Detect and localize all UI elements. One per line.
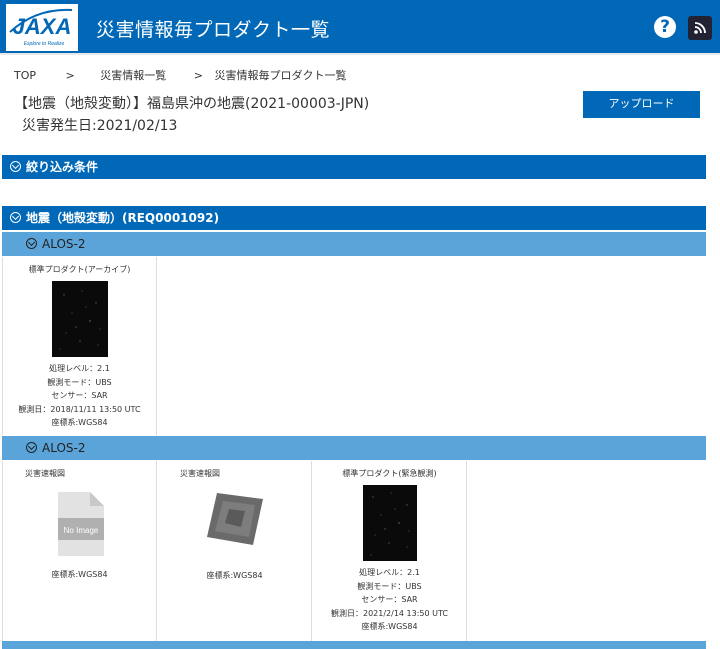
- filter-toggle[interactable]: 絞り込み条件: [2, 155, 706, 179]
- section-header-alos2-archive[interactable]: ALOS-2: [2, 232, 706, 256]
- upload-button[interactable]: アップロード: [583, 91, 700, 118]
- coordinate-system: 座標系:WGS84: [51, 418, 108, 427]
- chevron-down-icon: [10, 212, 21, 223]
- logo-text: JAXA: [13, 14, 72, 39]
- breadcrumb-separator: >: [65, 69, 75, 82]
- app-header: JAXA Explore to Realize 災害情報毎プロダクト一覧 ?: [0, 0, 720, 55]
- chevron-down-icon: [26, 442, 37, 453]
- section-label: ALOS-2: [42, 441, 86, 455]
- product-card[interactable]: 災害速報図 No Image 座標系:WGS84: [3, 461, 157, 641]
- breadcrumb-separator: >: [193, 69, 203, 82]
- product-card[interactable]: 標準プロダクト(緊急観測) 処理レベル：2.1 観測モード：UBS センサー：S…: [313, 461, 467, 641]
- breadcrumb: TOP > 災害情報一覧 > 災害情報毎プロダクト一覧: [14, 67, 346, 83]
- sar-thumbnail[interactable]: [51, 281, 108, 357]
- processing-level: 処理レベル：2.1: [359, 568, 420, 577]
- observation-mode: 観測モード：UBS: [47, 377, 112, 387]
- section-header-alos2-emergency[interactable]: ALOS-2: [2, 436, 706, 460]
- page-header-title: 災害情報毎プロダクト一覧: [96, 19, 331, 41]
- chevron-down-icon: [26, 238, 37, 249]
- product-card[interactable]: 災害速報図 座標系:WGS84: [158, 461, 312, 641]
- sar-thumbnail[interactable]: [362, 485, 417, 561]
- group-label: 地震（地殻変動）(REQ0001092): [26, 211, 220, 225]
- card-title: 標準プロダクト(緊急観測): [342, 469, 437, 478]
- map-thumbnail[interactable]: [205, 491, 265, 547]
- observation-mode: 観測モード：UBS: [357, 581, 422, 591]
- observation-date: 観測日：2018/11/11 13:50 UTC: [18, 404, 141, 414]
- card-title: 標準プロダクト(アーカイブ): [28, 265, 131, 274]
- coordinate-system: 座標系:WGS84: [361, 622, 418, 631]
- help-icon[interactable]: ?: [654, 16, 676, 38]
- breadcrumb-current: 災害情報毎プロダクト一覧: [214, 69, 347, 82]
- observation-date: 観測日：2021/2/14 13:50 UTC: [330, 608, 449, 618]
- sensor: センサー：SAR: [361, 595, 418, 604]
- no-image-label: No Image: [63, 526, 98, 535]
- product-grid: 標準プロダクト(アーカイブ) 処理レベル：2.1 観測モード：UBS センサー：…: [2, 257, 706, 435]
- product-card[interactable]: 標準プロダクト(アーカイブ) 処理レベル：2.1 観測モード：UBS センサー：…: [3, 257, 157, 435]
- no-image-icon: No Image: [57, 492, 104, 556]
- rss-icon[interactable]: [688, 16, 712, 40]
- card-title: 災害速報図: [25, 469, 65, 478]
- coordinate-system: 座標系:WGS84: [51, 570, 108, 579]
- breadcrumb-top[interactable]: TOP: [14, 69, 36, 82]
- product-grid: 災害速報図 No Image 座標系:WGS84 災害速報図 座標系:WGS84…: [2, 461, 706, 641]
- breadcrumb-disaster-list[interactable]: 災害情報一覧: [100, 67, 166, 83]
- logo-tagline: Explore to Realize: [24, 41, 65, 47]
- disaster-title: 【地震（地殻変動）】福島県沖の地震(2021-00003-JPN): [14, 96, 370, 112]
- card-title: 災害速報図: [180, 469, 220, 478]
- section-label: ALOS-2: [42, 237, 86, 251]
- chevron-down-icon: [10, 161, 21, 172]
- processing-level: 処理レベル：2.1: [49, 364, 110, 373]
- jaxa-logo[interactable]: JAXA Explore to Realize: [6, 4, 78, 51]
- coordinate-system: 座標系:WGS84: [206, 571, 263, 580]
- sensor: センサー：SAR: [51, 391, 108, 400]
- disaster-group-header[interactable]: 地震（地殻変動）(REQ0001092): [2, 206, 706, 230]
- filter-label: 絞り込み条件: [26, 160, 99, 174]
- disaster-date: 災害発生日:2021/02/13: [22, 118, 178, 134]
- next-section-header[interactable]: [2, 641, 706, 649]
